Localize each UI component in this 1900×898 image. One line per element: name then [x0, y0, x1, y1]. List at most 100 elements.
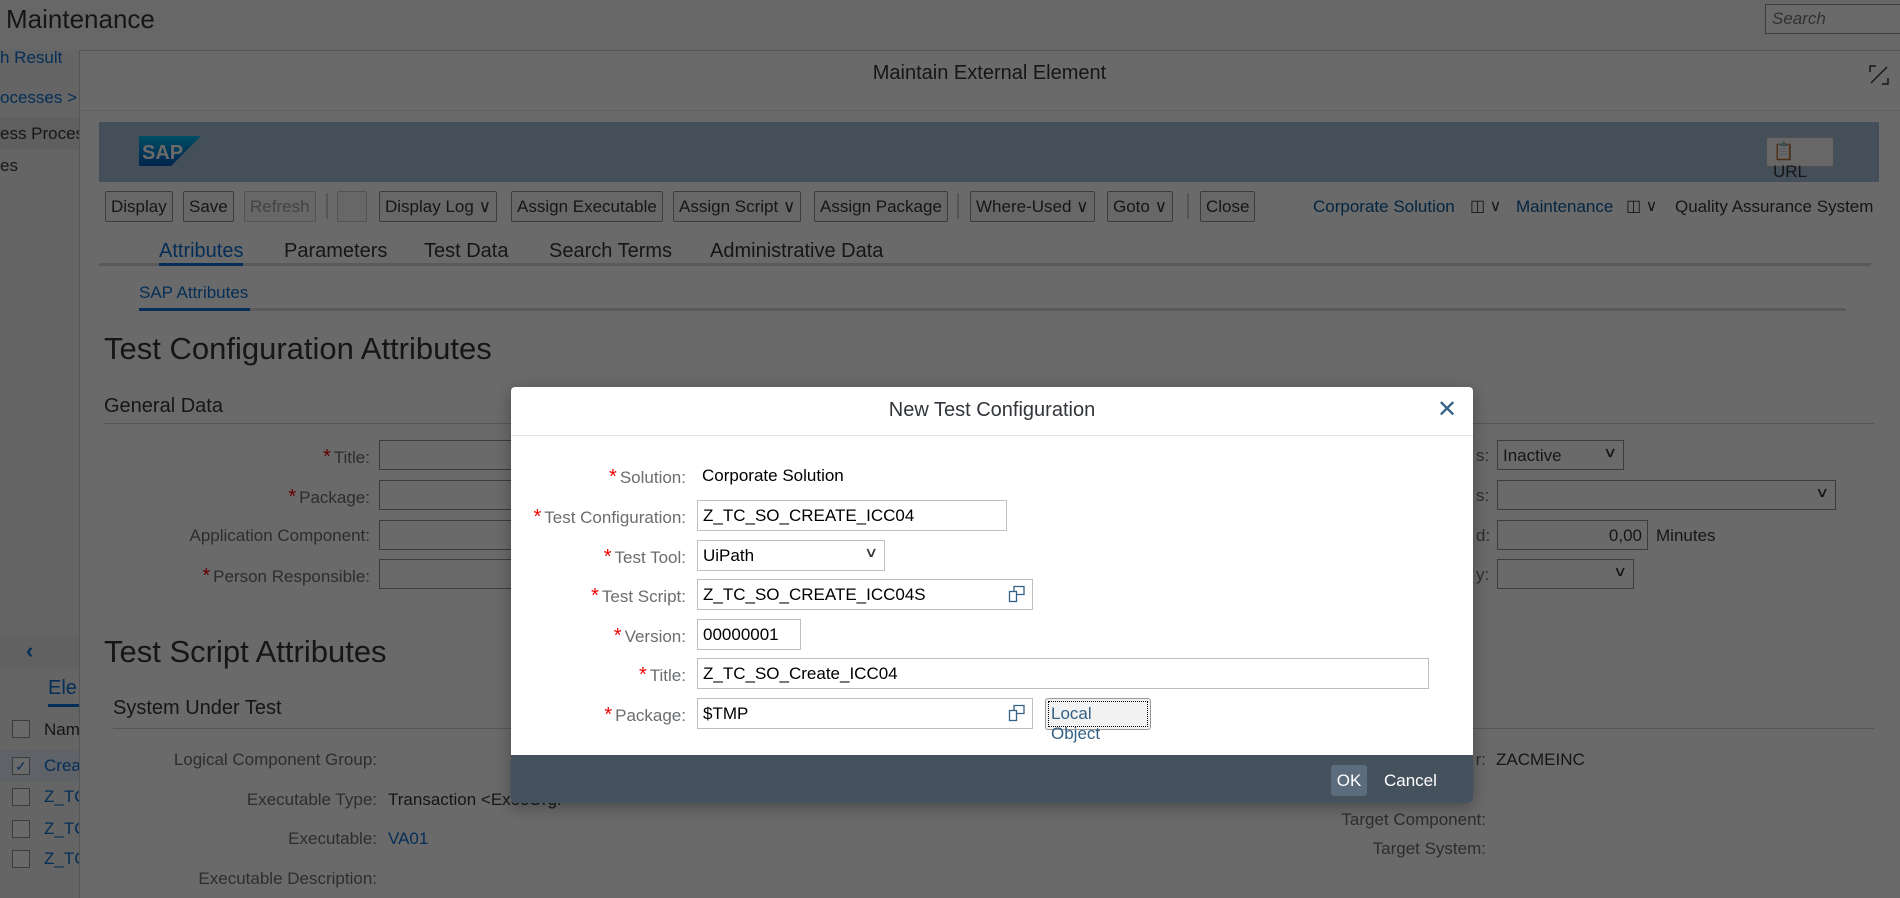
close-button[interactable]: Close	[1200, 191, 1256, 222]
package-value: $TMP	[703, 704, 749, 723]
solution-link[interactable]: Corporate Solution	[1313, 197, 1455, 217]
assign-package-button[interactable]: Assign Package	[814, 191, 948, 222]
goto-button[interactable]: Goto ∨	[1107, 191, 1174, 222]
display-button[interactable]: Display	[105, 191, 173, 222]
required-marker: *	[322, 446, 331, 468]
priority-select[interactable]: ∨	[1497, 559, 1634, 589]
page-title: Maintenance	[6, 4, 155, 34]
duration-unit: Minutes	[1656, 526, 1716, 545]
field-label: s:	[1476, 486, 1490, 505]
title-input[interactable]: Z_TC_SO_Create_ICC04	[697, 658, 1429, 689]
sap-logo: SAP	[139, 136, 201, 166]
required-marker: *	[609, 466, 617, 488]
solution-label: Solution:	[619, 468, 686, 487]
version-label: Version:	[624, 627, 686, 646]
tab-parameters[interactable]: Parameters	[284, 240, 387, 263]
tab-attributes[interactable]: Attributes	[159, 240, 243, 263]
clipboard-icon: 📋	[1773, 142, 1795, 161]
value-help-icon[interactable]	[1008, 585, 1026, 603]
test-configuration-input[interactable]: Z_TC_SO_CREATE_ICC04	[697, 500, 1007, 531]
status-select[interactable]: Inactive ∨	[1497, 440, 1624, 470]
field-value: ZACMEINC	[1496, 750, 1585, 769]
person-responsible-label: Person Responsible:	[213, 567, 370, 586]
new-test-configuration-dialog: New Test Configuration ✕ * Solution: Corp…	[511, 387, 1473, 803]
required-marker: *	[638, 664, 647, 686]
branch-icon[interactable]: ◫ ∨	[1626, 196, 1657, 216]
test-script-value: Z_TC_SO_CREATE_ICC04S	[703, 585, 926, 604]
group-title: General Data	[104, 395, 223, 417]
executable-link[interactable]: VA01	[388, 829, 428, 849]
title-label: Title:	[649, 666, 686, 685]
version-input[interactable]: 00000001	[697, 619, 801, 650]
row-checkbox[interactable]	[12, 788, 30, 806]
chevron-left-icon[interactable]: ‹	[26, 638, 33, 664]
display-log-label: Display Log	[385, 197, 474, 216]
required-marker: *	[288, 486, 297, 508]
assign-script-button[interactable]: Assign Script ∨	[673, 191, 802, 222]
tab-indicator	[159, 263, 243, 266]
test-tool-select[interactable]: UiPath ∨	[697, 540, 885, 571]
local-object-button[interactable]: Local Object	[1045, 698, 1151, 743]
tree-item[interactable]: es	[0, 156, 18, 176]
subtab-indicator	[139, 308, 250, 311]
required-marker: *	[533, 506, 542, 528]
expand-icon[interactable]	[1868, 64, 1890, 86]
cancel-button[interactable]: Cancel	[1384, 771, 1437, 791]
required-marker: *	[613, 625, 622, 647]
subtab-sap-attributes[interactable]: SAP Attributes	[139, 283, 248, 303]
divider	[511, 435, 1473, 436]
test-configuration-label: Test Configuration:	[544, 508, 686, 527]
status-label: s:	[1476, 446, 1490, 465]
divider	[79, 110, 1900, 111]
select-field[interactable]: ∨	[1497, 480, 1836, 510]
duration-label: d:	[1476, 526, 1491, 545]
test-tool-value: UiPath	[703, 546, 755, 565]
value-help-icon[interactable]	[1008, 704, 1026, 722]
package-input[interactable]: $TMP	[697, 698, 1033, 729]
refresh-button[interactable]: Refresh	[244, 191, 316, 222]
row-checkbox[interactable]	[12, 820, 30, 838]
save-button[interactable]: Save	[183, 191, 234, 222]
url-button[interactable]: 📋 URL	[1766, 137, 1834, 181]
close-icon[interactable]: ✕	[1437, 395, 1457, 424]
where-used-label: Where-Used	[976, 197, 1072, 216]
tab-search-terms[interactable]: Search Terms	[549, 240, 672, 263]
test-script-input[interactable]: Z_TC_SO_CREATE_ICC04S	[697, 579, 1033, 610]
priority-label: y:	[1476, 565, 1490, 584]
toolbar-separator	[1187, 193, 1189, 219]
tab-test-data[interactable]: Test Data	[424, 240, 508, 263]
search-result-link[interactable]: h Result	[0, 48, 62, 68]
tab-administrative-data[interactable]: Administrative Data	[710, 240, 883, 263]
blank-button[interactable]	[337, 191, 367, 222]
table-row[interactable]: Crea	[44, 756, 81, 776]
chevron-down-icon: ∨	[1612, 563, 1628, 579]
solution-value: Corporate Solution	[702, 466, 844, 485]
row-checkbox[interactable]	[12, 850, 30, 868]
required-marker: *	[202, 565, 211, 587]
tab-bar-line	[99, 263, 1871, 266]
select-all-checkbox[interactable]	[12, 720, 30, 738]
chevron-down-icon: ∨	[782, 197, 796, 216]
chevron-down-icon: ∨	[1076, 197, 1089, 216]
solution-icon[interactable]: ◫ ∨	[1470, 196, 1501, 216]
branch-link[interactable]: Maintenance	[1516, 197, 1613, 217]
tab-elements[interactable]: Ele	[48, 677, 77, 700]
search-input[interactable]	[1765, 4, 1900, 34]
target-system-label: Target System:	[1372, 839, 1486, 858]
where-used-button[interactable]: Where-Used ∨	[970, 191, 1095, 222]
logical-component-group-label: Logical Component Group:	[173, 750, 377, 769]
duration-input[interactable]: 0,00	[1497, 520, 1648, 550]
group-title: System Under Test	[113, 697, 282, 719]
toolbar-separator	[957, 193, 959, 219]
ok-button[interactable]: OK	[1331, 765, 1367, 796]
row-checkbox[interactable]: ✓	[12, 757, 30, 775]
toolbar-separator	[326, 193, 328, 219]
chevron-down-icon: ∨	[478, 197, 492, 216]
assign-executable-button[interactable]: Assign Executable	[511, 191, 663, 222]
section-title: Test Configuration Attributes	[104, 331, 492, 366]
assign-script-label: Assign Script	[679, 197, 779, 216]
executable-label: Executable:	[288, 829, 377, 848]
tree-item[interactable]: ess Proces	[0, 124, 84, 144]
status-value: Inactive	[1503, 446, 1562, 465]
display-log-button[interactable]: Display Log ∨	[379, 191, 498, 222]
